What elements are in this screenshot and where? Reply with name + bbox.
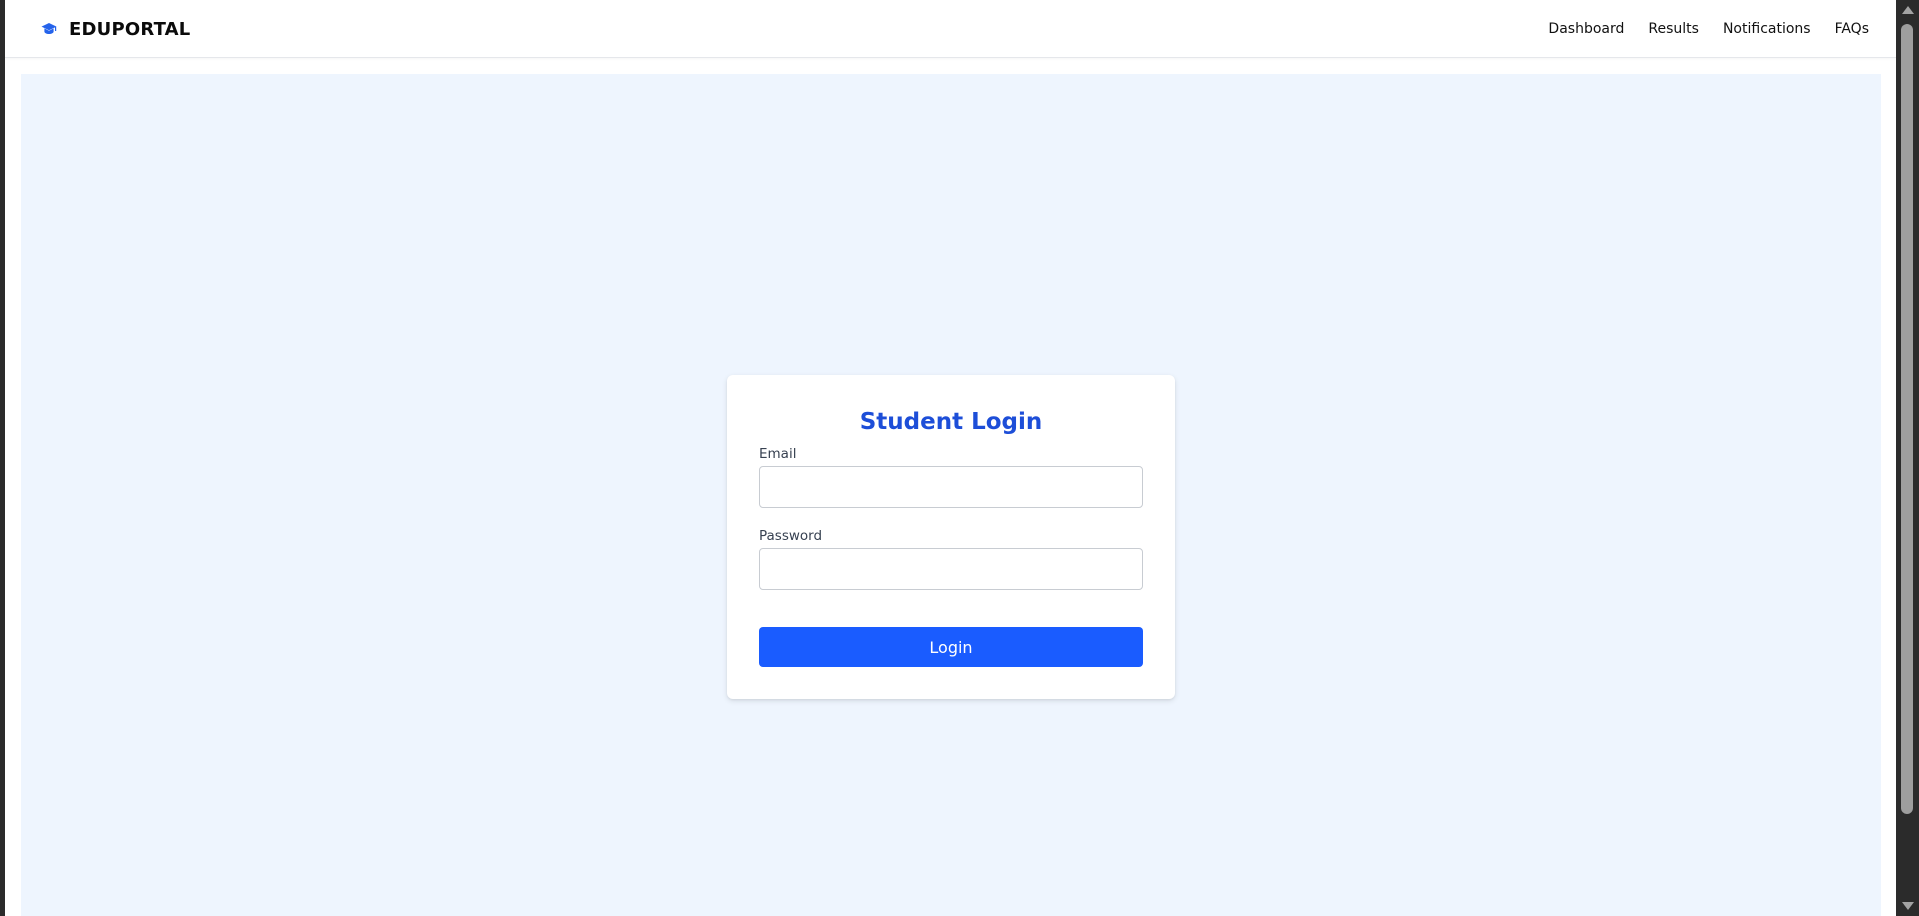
scroll-up-arrow-icon[interactable] (1902, 6, 1914, 14)
graduation-cap-icon (39, 19, 59, 39)
nav-link-faqs[interactable]: FAQs (1835, 21, 1869, 37)
login-card: Student Login Email Password Login (727, 375, 1175, 699)
password-label: Password (759, 528, 823, 544)
brand-name: EDUPORTAL (69, 18, 191, 40)
brand[interactable]: EDUPORTAL (39, 17, 190, 41)
scroll-thumb[interactable] (1901, 24, 1913, 814)
email-label: Email (759, 446, 797, 462)
nav-link-notifications[interactable]: Notifications (1723, 21, 1811, 37)
nav-link-dashboard[interactable]: Dashboard (1548, 21, 1624, 37)
login-title: Student Login (859, 409, 1043, 435)
password-field[interactable] (759, 548, 1143, 590)
nav-link-results[interactable]: Results (1648, 21, 1699, 37)
email-field[interactable] (759, 466, 1143, 508)
vertical-scrollbar[interactable] (1896, 0, 1919, 916)
main-content: Student Login Email Password Login (21, 74, 1881, 916)
top-navbar: EDUPORTAL Dashboard Results Notification… (5, 0, 1896, 58)
main-nav: Dashboard Results Notifications FAQs (1524, 18, 1869, 40)
login-button[interactable]: Login (759, 627, 1143, 667)
scroll-down-arrow-icon[interactable] (1902, 902, 1914, 910)
browser-viewport: EDUPORTAL Dashboard Results Notification… (5, 0, 1896, 916)
